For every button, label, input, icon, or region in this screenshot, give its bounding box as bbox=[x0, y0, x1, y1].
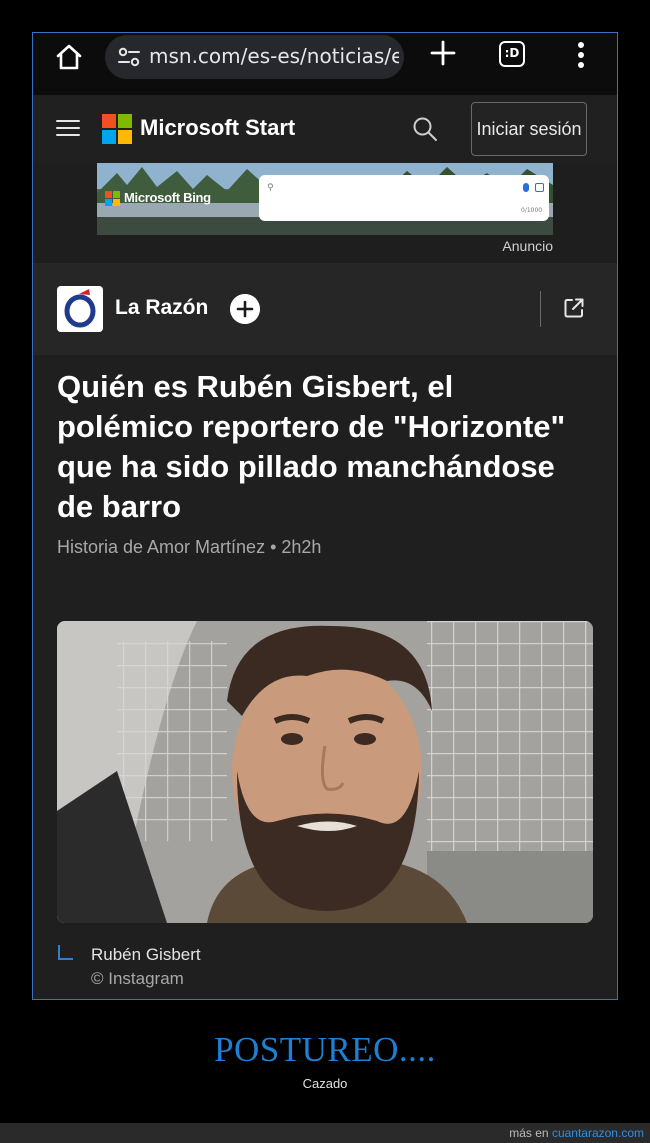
post-title: POSTUREO.... bbox=[214, 1030, 436, 1069]
footer-text: más en cuantarazon.com bbox=[509, 1126, 644, 1140]
ad-banner[interactable]: Microsoft Bing ⚲ 0/1000 bbox=[97, 163, 553, 235]
follow-plus-icon[interactable] bbox=[230, 294, 260, 324]
microsoft-logo[interactable] bbox=[102, 114, 132, 144]
post-subtitle: Cazado bbox=[302, 1076, 348, 1091]
photo-caption: Rubén Gisbert bbox=[91, 945, 201, 964]
hamburger-menu-icon[interactable] bbox=[55, 119, 81, 137]
microsoft-logo-blue bbox=[102, 130, 116, 144]
publisher-bar: La Razón bbox=[33, 263, 617, 355]
article-photo[interactable] bbox=[57, 621, 593, 923]
la-razon-logo-icon[interactable] bbox=[57, 286, 103, 332]
article-headline: Quién es Rubén Gisbert, el polémico repo… bbox=[57, 369, 566, 524]
microsoft-logo-red bbox=[102, 114, 116, 128]
microphone-icon bbox=[523, 183, 529, 192]
ad-char-counter: 0/1000 bbox=[521, 207, 543, 214]
microsoft-logo-yellow bbox=[118, 130, 132, 144]
divider bbox=[540, 291, 541, 327]
open-external-icon[interactable] bbox=[563, 297, 585, 319]
footer-prefix: más en bbox=[509, 1126, 549, 1140]
bing-logo-green bbox=[113, 191, 120, 198]
tab-switcher-button[interactable]: :D bbox=[499, 41, 525, 67]
url-text[interactable]: msn.com/es-es/noticias/es bbox=[149, 44, 399, 68]
footer-site-link[interactable]: cuantarazon.com bbox=[552, 1126, 644, 1140]
visual-search-icon bbox=[535, 183, 544, 192]
ad-area: Microsoft Bing ⚲ 0/1000 Anuncio bbox=[33, 163, 617, 263]
new-tab-icon[interactable] bbox=[427, 37, 459, 69]
browser-toolbar: msn.com/es-es/noticias/es :D bbox=[33, 33, 617, 95]
photo-credit: © Instagram bbox=[91, 969, 184, 988]
article-byline: Historia de Amor Martínez • 2h2h bbox=[57, 537, 322, 557]
signin-button[interactable]: Iniciar sesión bbox=[471, 102, 587, 156]
brand-name[interactable]: Microsoft Start bbox=[140, 115, 295, 141]
bing-logo-blue bbox=[105, 199, 112, 206]
msn-header: Microsoft Start Iniciar sesión bbox=[33, 95, 617, 163]
bing-label: Microsoft Bing bbox=[124, 190, 211, 205]
article: Quién es Rubén Gisbert, el polémico repo… bbox=[33, 355, 617, 999]
caption-marker-icon bbox=[58, 945, 73, 960]
screenshot-frame: msn.com/es-es/noticias/es :D Microsoft S… bbox=[32, 32, 618, 1000]
address-bar[interactable]: msn.com/es-es/noticias/es bbox=[105, 35, 404, 79]
publisher-name[interactable]: La Razón bbox=[115, 296, 208, 320]
more-options-icon[interactable] bbox=[571, 39, 591, 71]
ad-search-icon: ⚲ bbox=[267, 183, 274, 193]
ad-search-box[interactable]: ⚲ 0/1000 bbox=[259, 175, 549, 221]
article-photo-illustration bbox=[57, 621, 593, 923]
site-settings-icon[interactable] bbox=[117, 46, 141, 68]
microsoft-logo-green bbox=[118, 114, 132, 128]
site-footer: más en cuantarazon.com bbox=[0, 1123, 650, 1143]
bing-logo-red bbox=[105, 191, 112, 198]
bing-logo-yellow bbox=[113, 199, 120, 206]
home-icon[interactable] bbox=[53, 41, 85, 73]
ad-label: Anuncio bbox=[502, 238, 553, 254]
search-icon[interactable] bbox=[411, 115, 439, 143]
bing-logo bbox=[105, 191, 121, 207]
